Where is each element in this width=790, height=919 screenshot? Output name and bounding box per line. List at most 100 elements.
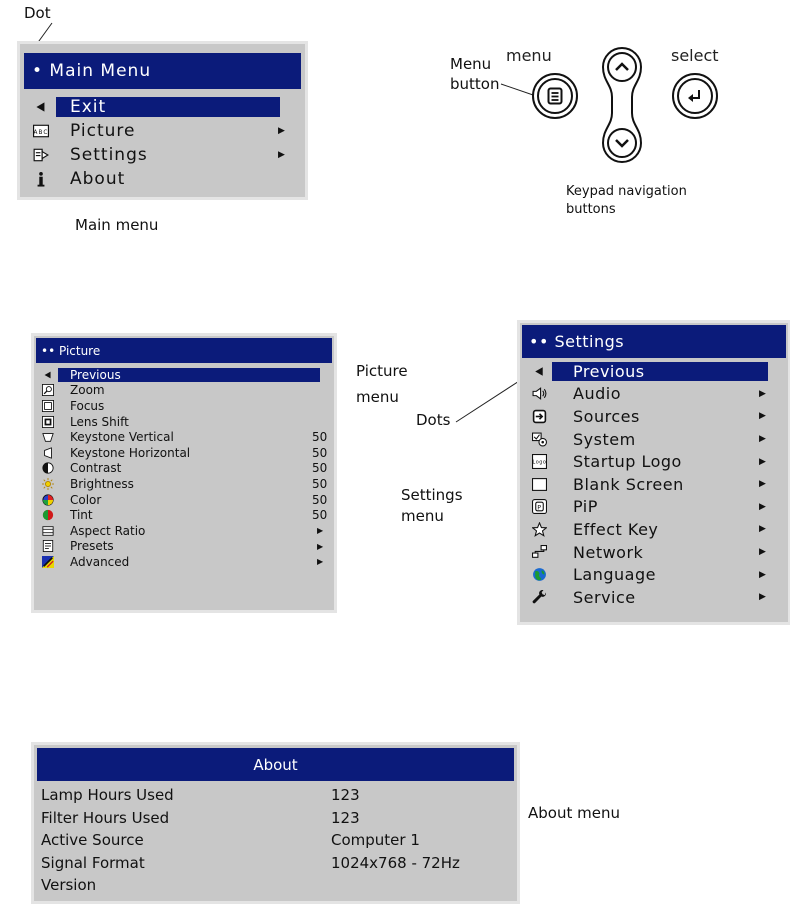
main-menu-item-label: Settings [70, 145, 148, 165]
settings-menu-item-language[interactable]: Language ▶ [520, 563, 788, 586]
about-row-filter-hours-used: Filter Hours Used 123 [34, 807, 517, 830]
picture-menu-item-label: Keystone Horizontal [70, 445, 191, 460]
picture-menu-item-advanced[interactable]: Advanced ▶ [34, 554, 334, 570]
picture-menu-item-zoom[interactable]: Zoom [34, 383, 334, 399]
about-row-label: Signal Format [41, 853, 145, 872]
settings-menu-item-label: Service [573, 587, 636, 607]
picture-menu-item-value: 50 [312, 508, 328, 523]
picture-menu-item-value: 50 [312, 445, 328, 460]
submenu-arrow-icon: ▶ [759, 456, 767, 467]
presets-icon [38, 540, 58, 553]
settings-menu-item-label: System [573, 429, 636, 449]
about-row-value: 1024x768 - 72Hz [331, 853, 460, 872]
keypad-caption: Keypad navigation buttons [566, 183, 687, 219]
settings-menu-item-pip[interactable]: P PiP ▶ [520, 496, 788, 519]
about-menu-panel: About Lamp Hours Used 123 Filter Hours Use… [31, 742, 520, 904]
settings-menu-item-service[interactable]: Service ▶ [520, 586, 788, 609]
picture-menu-item-label: Color [70, 492, 102, 507]
speaker-icon [526, 386, 552, 401]
picture-menu-item-brightness[interactable]: Brightness 50 [34, 476, 334, 492]
main-menu-item-about[interactable]: About [20, 167, 305, 191]
up-button[interactable] [607, 52, 637, 82]
settings-menu-item-effect-key[interactable]: Effect Key ▶ [520, 518, 788, 541]
settings-menu-item-label: Previous [552, 361, 768, 381]
settings-menu-panel: •• Settings Previous Audio ▶ Sources ▶ System… [517, 320, 790, 625]
about-row-label: Active Source [41, 831, 144, 850]
picture-menu-item-value: 50 [312, 461, 328, 476]
picture-menu-item-label: Tint [70, 508, 93, 523]
picture-icon: ABC [26, 123, 56, 139]
main-menu-item-settings[interactable]: Settings ▶ [20, 143, 305, 167]
settings-menu-item-startup-logo[interactable]: Logo Startup Logo ▶ [520, 450, 788, 473]
settings-menu-caption: Settings menu [401, 485, 463, 527]
svg-text:P: P [537, 504, 541, 512]
settings-menu-item-system[interactable]: System ▶ [520, 428, 788, 451]
pip-icon: P [526, 499, 552, 515]
picture-menu-item-contrast[interactable]: Contrast 50 [34, 461, 334, 477]
picture-menu-item-color[interactable]: Color 50 [34, 492, 334, 508]
system-icon [526, 432, 552, 447]
settings-menu-caption-line1: Settings [401, 486, 463, 504]
main-menu-list: Exit ABC Picture ▶ Settings ▶ About [20, 95, 305, 191]
picture-menu-item-label: Keystone Vertical [70, 430, 174, 445]
main-menu-item-exit[interactable]: Exit [20, 95, 305, 119]
keypad-caption-line1: Keypad navigation [566, 184, 687, 199]
settings-menu-item-label: Network [573, 542, 644, 562]
keystone-horizontal-icon [38, 447, 58, 459]
picture-menu-caption: Picture menu [356, 358, 408, 410]
settings-menu-item-blank-screen[interactable]: Blank Screen ▶ [520, 473, 788, 496]
picture-menu-item-label: Presets [70, 539, 114, 554]
brightness-icon [38, 477, 58, 490]
menu-list-icon [547, 87, 563, 105]
picture-menu-item-aspect-ratio[interactable]: Aspect Ratio ▶ [34, 523, 334, 539]
picture-menu-header: •• Picture [36, 338, 332, 363]
picture-menu-item-value: 50 [312, 476, 328, 491]
settings-menu-item-previous[interactable]: Previous [520, 360, 788, 383]
select-button[interactable] [672, 73, 718, 119]
picture-menu-item-label: Focus [70, 398, 105, 413]
settings-menu-item-network[interactable]: Network ▶ [520, 541, 788, 564]
picture-menu-item-lens-shift[interactable]: Lens Shift [34, 414, 334, 430]
advanced-icon [38, 555, 58, 568]
settings-menu-item-label: Audio [573, 384, 621, 404]
settings-menu-item-sources[interactable]: Sources ▶ [520, 405, 788, 428]
picture-menu-item-tint[interactable]: Tint 50 [34, 507, 334, 523]
down-button[interactable] [607, 128, 637, 158]
menu-button[interactable] [532, 73, 578, 119]
settings-menu-item-label: Blank Screen [573, 474, 684, 494]
about-menu-caption: About menu [528, 804, 620, 822]
about-row-active-source: Active Source Computer 1 [34, 829, 517, 852]
submenu-arrow-icon: ▶ [759, 411, 767, 422]
dot-caption: Dot [24, 4, 51, 22]
picture-menu-panel: •• Picture Previous Zoom Focus Lens Shift Ke… [31, 333, 337, 613]
settings-menu-header: •• Settings [522, 325, 786, 358]
picture-menu-item-presets[interactable]: Presets ▶ [34, 539, 334, 555]
main-menu-caption: Main menu [75, 216, 159, 234]
picture-menu-item-focus[interactable]: Focus [34, 398, 334, 414]
picture-menu-item-previous[interactable]: Previous [34, 367, 334, 383]
main-menu-item-picture[interactable]: ABC Picture ▶ [20, 119, 305, 143]
picture-menu-item-keystone-vertical[interactable]: Keystone Vertical 50 [34, 429, 334, 445]
zoom-icon [38, 384, 58, 397]
lens-shift-icon [38, 415, 58, 428]
about-menu-list: Lamp Hours Used 123 Filter Hours Used 123 Ac… [34, 784, 517, 897]
focus-icon [38, 399, 58, 412]
settings-menu-caption-line2: menu [401, 507, 444, 525]
picture-menu-item-keystone-horizontal[interactable]: Keystone Horizontal 50 [34, 445, 334, 461]
main-menu-item-label: Picture [70, 121, 136, 141]
logo-icon: Logo [526, 454, 552, 470]
network-icon [526, 544, 552, 560]
settings-menu-title: •• Settings [529, 332, 625, 351]
menu-key-label: menu [506, 46, 552, 65]
settings-menu-item-label: Startup Logo [573, 452, 682, 472]
picture-menu-item-label: Previous [58, 367, 320, 382]
keypad-caption-line2: buttons [566, 202, 616, 217]
about-row-label: Filter Hours Used [41, 808, 170, 827]
settings-menu-item-audio[interactable]: Audio ▶ [520, 383, 788, 406]
picture-menu-item-label: Zoom [70, 383, 105, 398]
picture-menu-list: Previous Zoom Focus Lens Shift Keystone Vert… [34, 367, 334, 570]
wrench-icon [526, 589, 552, 605]
settings-menu-item-label: PiP [573, 497, 598, 517]
about-row-version: Version [34, 874, 517, 897]
submenu-arrow-icon: ▶ [759, 434, 767, 445]
